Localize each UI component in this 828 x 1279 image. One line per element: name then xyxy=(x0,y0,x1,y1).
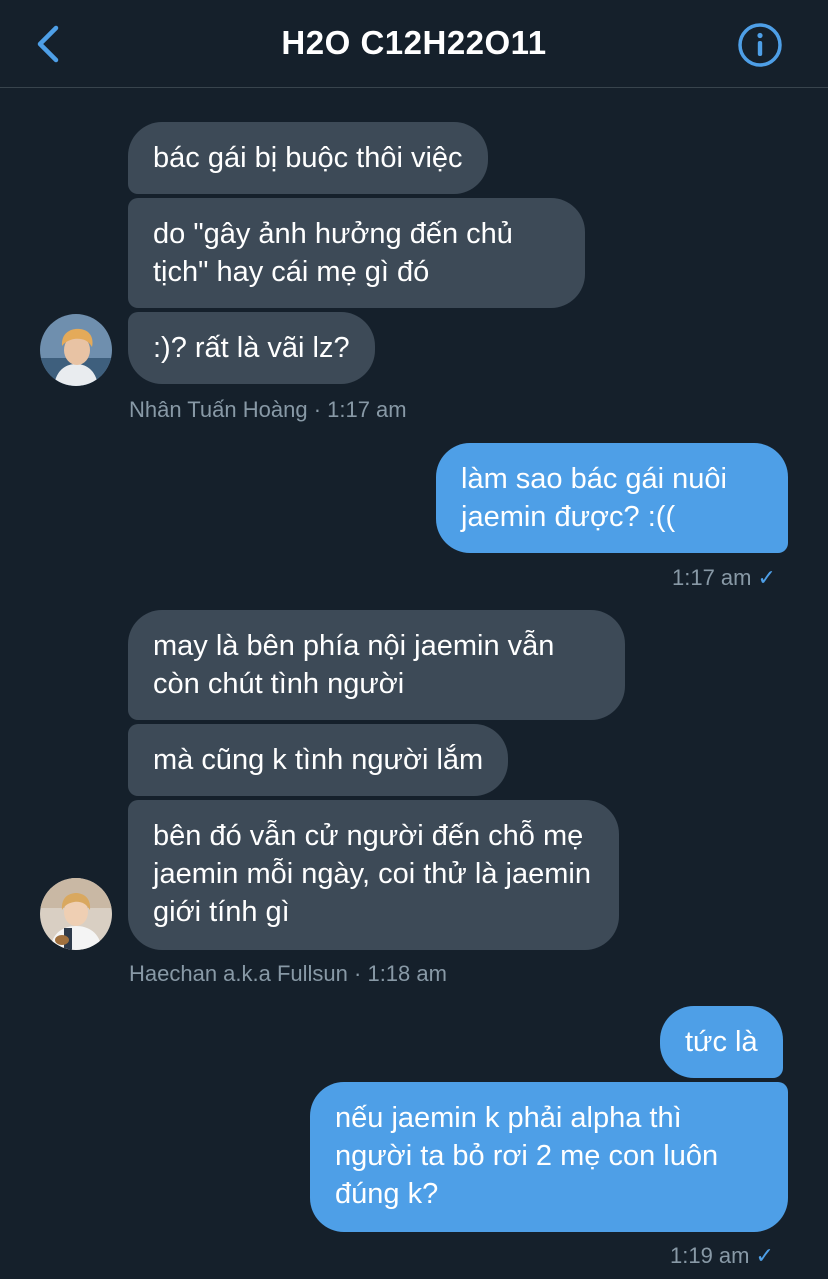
user-avatar-icon xyxy=(40,314,112,386)
timestamp-text: 1:17 am xyxy=(672,565,752,590)
message-bubble-incoming[interactable]: bác gái bị buộc thôi việc xyxy=(128,122,488,194)
message-timestamp: 1:19 am ✓ xyxy=(670,1243,774,1269)
read-check-icon: ✓ xyxy=(755,1243,774,1268)
message-bubble-outgoing[interactable]: nếu jaemin k phải alpha thì người ta bỏ … xyxy=(310,1082,788,1232)
conversation-header: H2O C12H22O11 xyxy=(0,0,828,88)
message-bubble-incoming[interactable]: :)? rất là vãi lz? xyxy=(128,312,375,384)
message-bubble-incoming[interactable]: do "gây ảnh hưởng đến chủ tịch" hay cái … xyxy=(128,198,585,308)
conversation-title: H2O C12H22O11 xyxy=(281,24,547,61)
message-bubble-incoming[interactable]: bên đó vẫn cử người đến chỗ mẹ jaemin mỗ… xyxy=(128,800,619,950)
message-bubble-incoming[interactable]: mà cũng k tình người lắm xyxy=(128,724,509,796)
avatar[interactable] xyxy=(40,878,112,950)
timestamp-text: 1:19 am xyxy=(670,1243,750,1268)
message-bubble-outgoing[interactable]: tức là xyxy=(660,1006,783,1078)
info-circle-icon[interactable] xyxy=(737,22,783,68)
user-avatar-icon xyxy=(40,878,112,950)
message-timestamp: 1:17 am ✓ xyxy=(672,565,776,591)
message-bubble-outgoing[interactable]: làm sao bác gái nuôi jaemin được? :(( xyxy=(436,443,788,553)
message-bubble-incoming[interactable]: may là bên phía nội jaemin vẫn còn chút … xyxy=(128,610,625,720)
message-sender-time: Nhân Tuấn Hoàng · 1:17 am xyxy=(129,397,407,422)
read-check-icon: ✓ xyxy=(757,565,776,590)
message-sender-time: Haechan a.k.a Fullsun · 1:18 am xyxy=(129,961,447,986)
avatar[interactable] xyxy=(40,314,112,386)
